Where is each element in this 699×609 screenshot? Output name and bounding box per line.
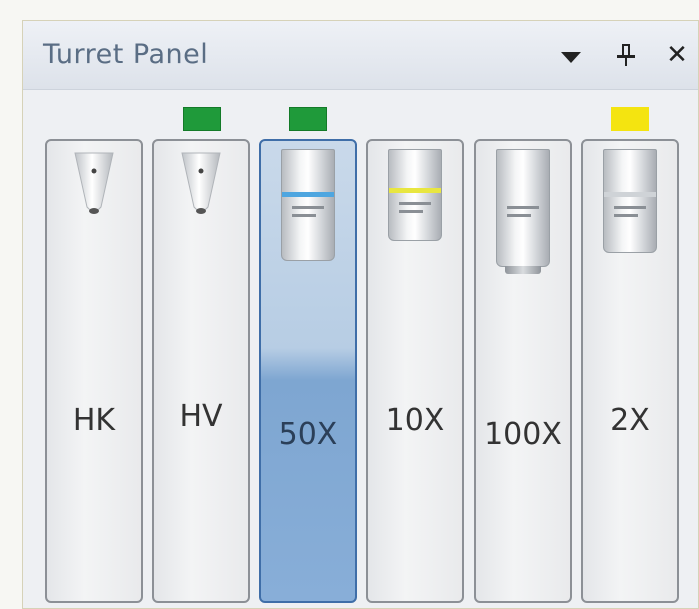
objective-lens-icon	[496, 149, 550, 274]
panel-title: Turret Panel	[43, 39, 209, 70]
slot-50x-indicator	[289, 107, 327, 131]
objective-lens-icon	[281, 149, 335, 261]
slot-label: HK	[72, 403, 116, 438]
close-button[interactable]: ✕	[659, 37, 695, 73]
turret-slot-2x[interactable]: 2X	[581, 139, 679, 603]
turret-slot-hv[interactable]: HV	[152, 139, 250, 603]
slot-2x-indicator	[611, 107, 649, 131]
turret-slot-10x[interactable]: 10X	[366, 139, 464, 603]
pin-icon	[617, 44, 635, 66]
turret-slot-50x[interactable]: 50X	[259, 139, 357, 603]
slot-label: 100X	[484, 417, 562, 452]
turret-slot-100x[interactable]: 100X	[474, 139, 572, 603]
turret-panel: Turret Panel ✕ HK HV 50X 10X 100X 2X	[22, 20, 699, 609]
indenter-icon	[74, 152, 114, 214]
screenshot-background: Turret Panel ✕ HK HV 50X 10X 100X 2X	[0, 0, 699, 609]
slot-label: 50X	[278, 417, 338, 452]
objective-lens-icon	[603, 149, 657, 253]
close-icon: ✕	[666, 40, 688, 70]
indenter-icon	[181, 152, 221, 214]
chevron-down-icon	[561, 51, 581, 63]
panel-titlebar: Turret Panel ✕	[23, 21, 698, 90]
slot-hv-indicator	[183, 107, 221, 131]
panel-menu-button[interactable]	[553, 37, 589, 73]
turret-slot-hk[interactable]: HK	[45, 139, 143, 603]
slot-label: 10X	[385, 403, 445, 438]
objective-lens-icon	[388, 149, 442, 241]
pin-button[interactable]	[608, 37, 644, 73]
slot-label: HV	[179, 399, 223, 434]
slot-label: 2X	[610, 403, 650, 438]
